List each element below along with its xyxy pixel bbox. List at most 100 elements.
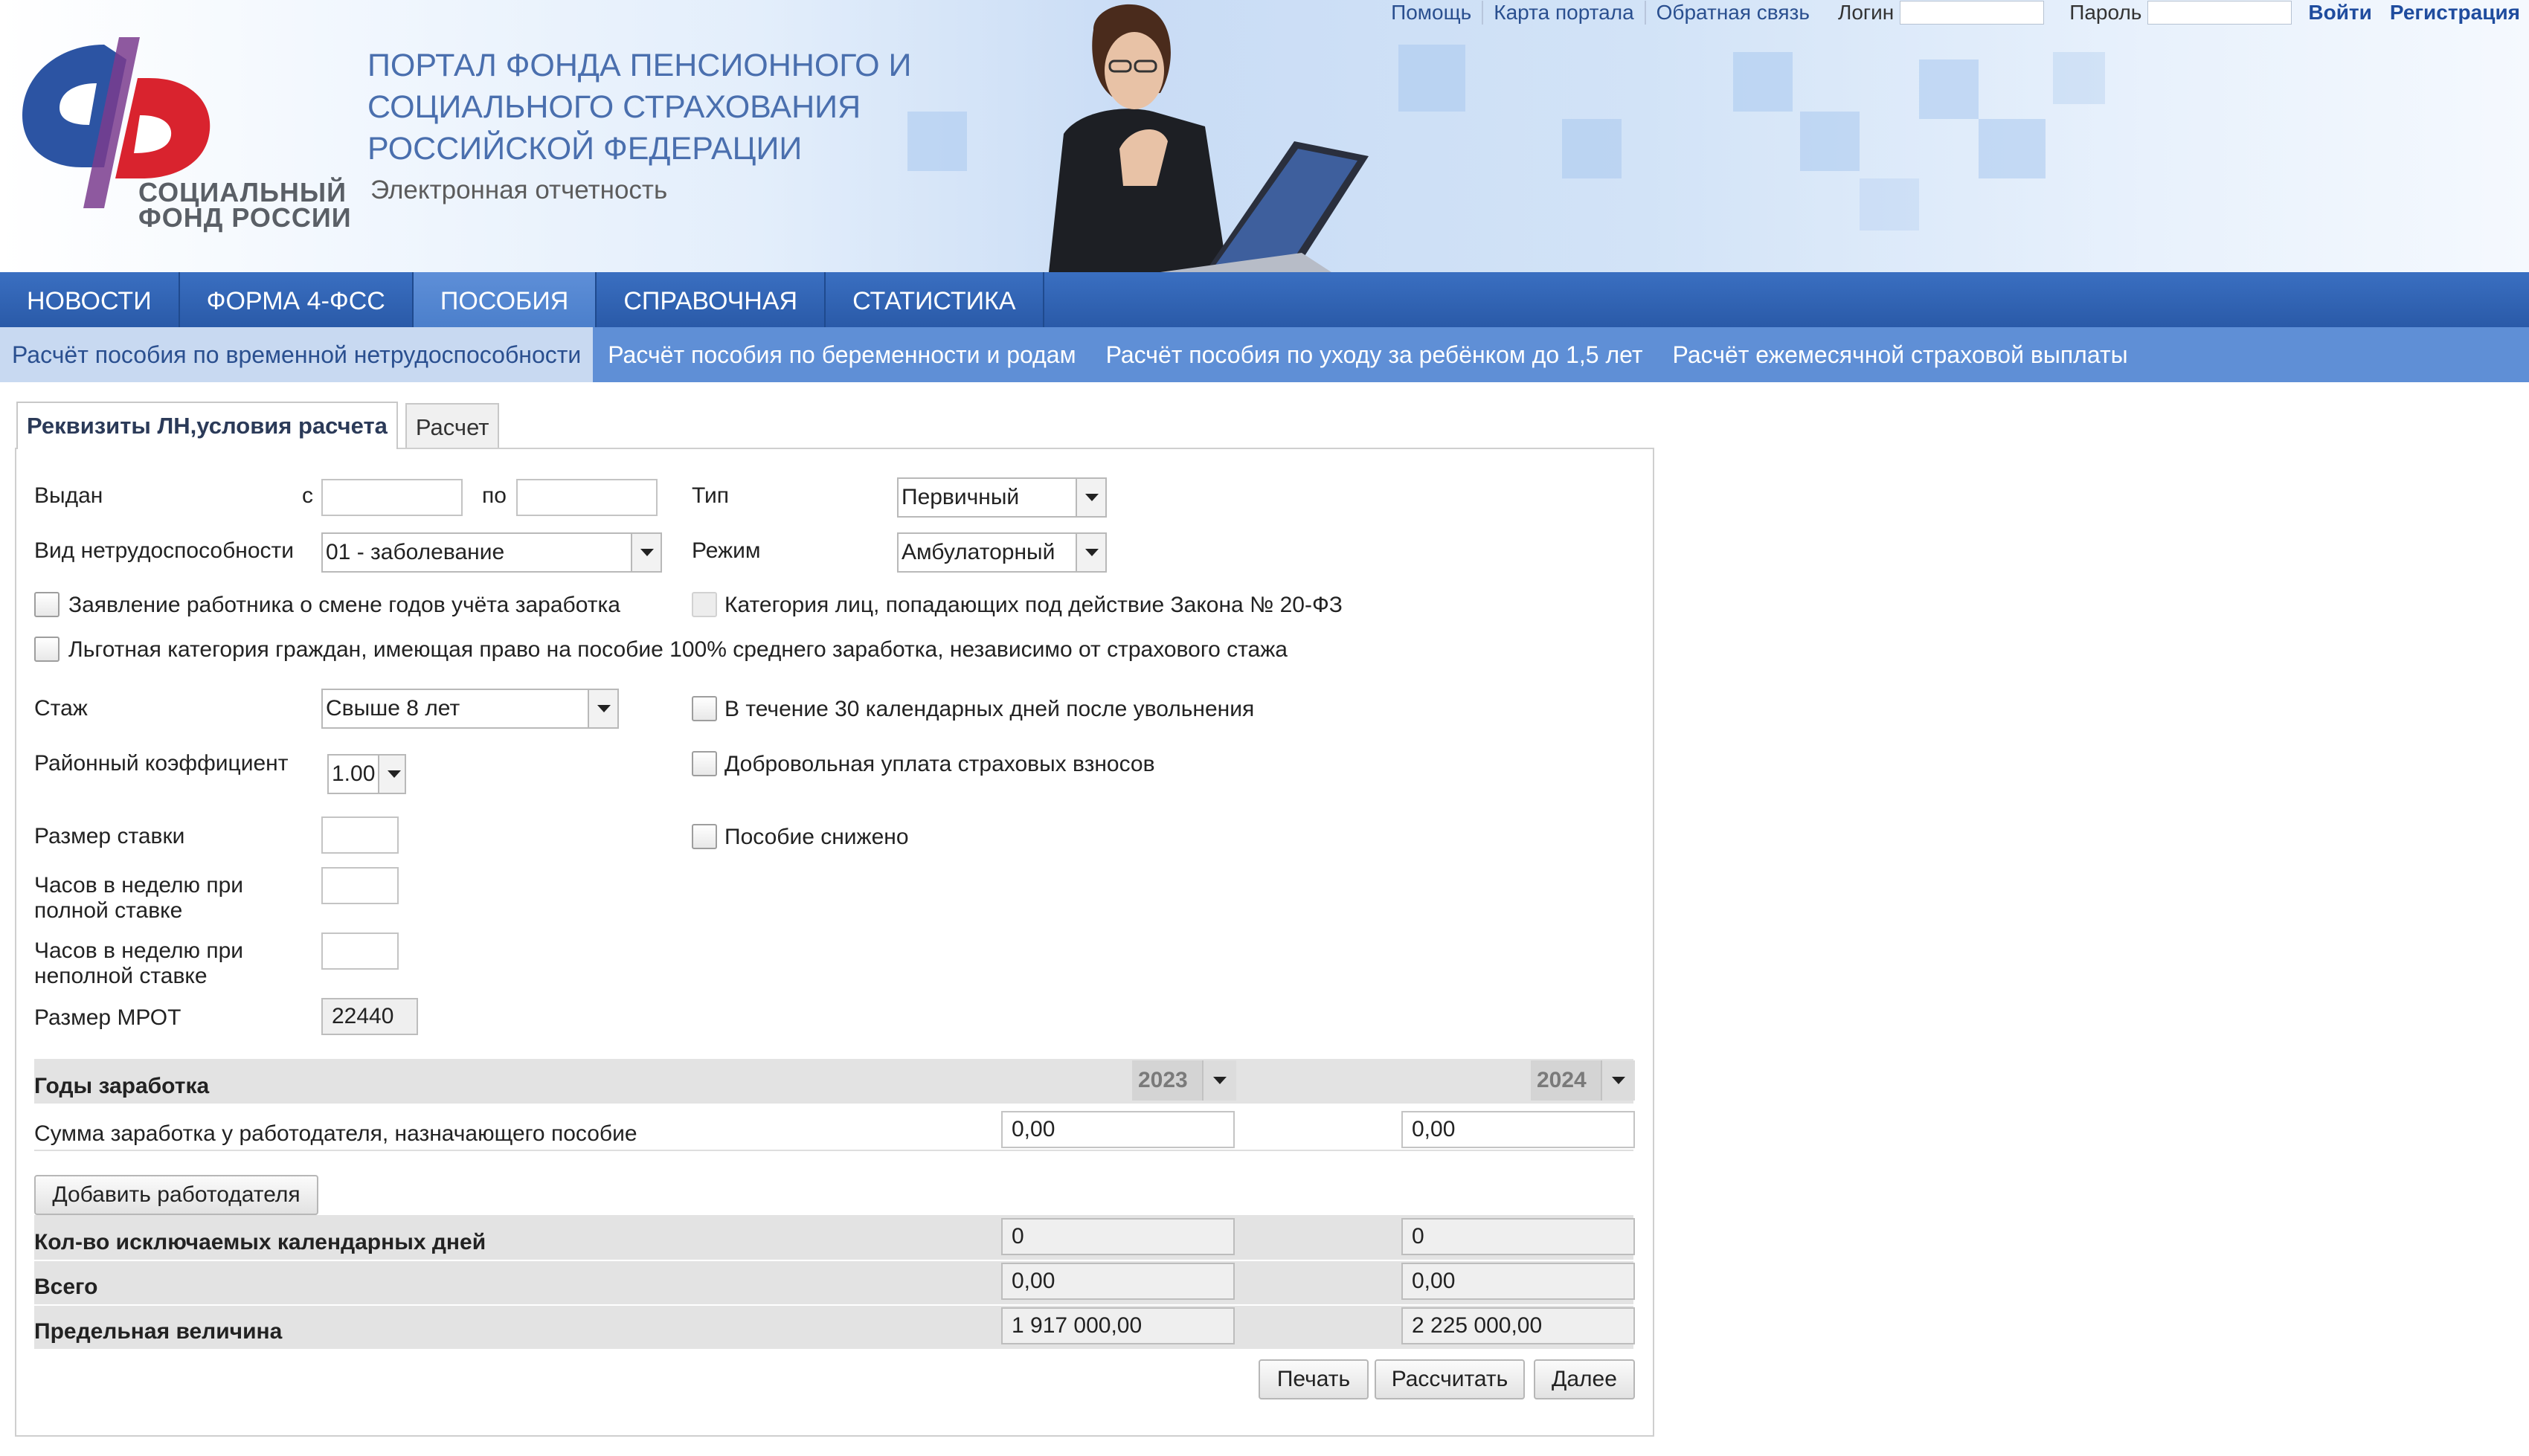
issued-to-label: по [482,483,507,508]
issued-from-input[interactable] [321,479,463,516]
voluntary-contributions-label: Добровольная уплата страховых взносов [724,752,1155,776]
chevron-down-icon [631,534,661,571]
chevron-down-icon [378,756,405,793]
nav-form-4fss[interactable]: ФОРМА 4-ФСС [180,272,414,327]
subnav-monthly-payment[interactable]: Расчёт ежемесячной страховой выплаты [1658,327,2143,382]
change-years-checkbox[interactable] [34,592,60,617]
header-mosaic [1979,119,2046,178]
type-label: Тип [692,483,730,508]
mrot-label: Размер МРОТ [34,1005,181,1030]
experience-select-value: Свыше 8 лет [326,696,460,721]
portal-title: ПОРТАЛ ФОНДА ПЕНСИОННОГО И СОЦИАЛЬНОГО С… [367,48,912,167]
header-mosaic [1733,52,1793,112]
add-employer-button[interactable]: Добавить работодателя [34,1175,318,1215]
header-mosaic [1562,119,1622,178]
disability-type-value: 01 - заболевание [326,540,505,564]
limit-year-1: 1 917 000,00 [1001,1307,1235,1344]
employer-sum-year-1-input[interactable] [1001,1111,1235,1148]
logo-text-line: СОЦИАЛЬНЫЙ [138,177,347,207]
nav-benefits[interactable]: ПОСОБИЯ [413,272,597,327]
hours-part-rate-label: Часов в неделю при неполной ставке [34,938,244,988]
login-input[interactable] [1900,1,2045,25]
tab-requisites[interactable]: Реквизиты ЛН,условия расчета [16,402,398,449]
chevron-down-icon [1202,1060,1236,1101]
year-2-value: 2024 [1537,1068,1587,1092]
privileged-category-checkbox[interactable] [34,637,60,662]
chevron-down-icon [1601,1060,1635,1101]
portal-header: СОЦИАЛЬНЫЙ ФОНД РОССИИ ПОРТАЛ ФОНДА ПЕНС… [0,0,2529,272]
subnav-maternity[interactable]: Расчёт пособия по беременности и родам [593,327,1090,382]
type-select[interactable]: Первичный [897,477,1107,518]
calculate-button[interactable]: Рассчитать [1375,1359,1525,1399]
password-input[interactable] [2147,1,2292,25]
requisites-panel: Выдан с по Тип Первичный Вид нетрудоспос… [15,448,1654,1437]
main-nav: НОВОСТИ ФОРМА 4-ФСС ПОСОБИЯ СПРАВОЧНАЯ С… [0,272,2529,327]
sitemap-link[interactable]: Карта портала [1483,1,1646,25]
regional-coefficient-value: 1.00 [332,761,376,786]
nav-statistics[interactable]: СТАТИСТИКА [826,272,1044,327]
print-button[interactable]: Печать [1259,1359,1369,1399]
hours-full-rate-input[interactable] [321,867,399,904]
regional-coefficient-select[interactable]: 1.00 [327,754,406,794]
form-tabs: Реквизиты ЛН,условия расчета Расчет [16,402,507,449]
law-20fz-label: Категория лиц, попадающих под действие З… [724,593,1343,617]
password-label: Пароль [2069,1,2142,24]
employer-sum-year-2-input[interactable] [1401,1111,1635,1148]
disability-type-label: Вид нетрудоспособности [34,538,295,563]
within-30-days-label: В течение 30 календарных дней после увол… [724,697,1255,721]
law-20fz-checkbox [692,592,717,617]
type-select-value: Первичный [902,485,1020,509]
logo-text-line: ФОНД РОССИИ [138,202,352,233]
nav-reference[interactable]: СПРАВОЧНАЯ [597,272,826,327]
woman-with-laptop-illustration [1049,4,1369,272]
year-1-select[interactable]: 2023 [1132,1060,1236,1101]
benefit-reduced-checkbox[interactable] [692,824,717,849]
header-mosaic [1398,45,1465,112]
header-mosaic [1800,112,1860,171]
issued-label: Выдан [34,483,103,508]
disability-type-select[interactable]: 01 - заболевание [321,532,662,573]
sub-nav: Расчёт пособия по временной нетрудоспосо… [0,327,2529,382]
earnings-years-label: Годы заработка [34,1074,210,1098]
mode-select-value: Амбулаторный [902,540,1055,564]
register-button[interactable]: Регистрация [2381,1,2529,25]
year-2-select[interactable]: 2024 [1531,1060,1635,1101]
hours-part-rate-input[interactable] [321,932,399,970]
regional-coefficient-label: Районный коэффициент [34,751,289,776]
tab-calculation[interactable]: Расчет [405,403,500,448]
next-button[interactable]: Далее [1534,1359,1635,1399]
within-30-days-checkbox[interactable] [692,696,717,721]
benefit-reduced-label: Пособие снижено [724,825,909,849]
row-divider [34,1150,1633,1151]
header-mosaic [1860,178,1919,231]
experience-select[interactable]: Свыше 8 лет [321,689,619,729]
header-mosaic [2053,52,2105,104]
mrot-value: 22440 [321,998,418,1035]
chevron-down-icon [1076,479,1105,516]
subnav-childcare[interactable]: Расчёт пособия по уходу за ребёнком до 1… [1091,327,1658,382]
mode-select[interactable]: Амбулаторный [897,532,1107,573]
excluded-days-year-1: 0 [1001,1218,1235,1255]
limit-label: Предельная величина [34,1319,283,1344]
login-button[interactable]: Войти [2299,1,2380,25]
portal-subtitle: Электронная отчетность [370,175,668,204]
total-year-2: 0,00 [1401,1263,1635,1300]
chevron-down-icon [588,690,617,727]
limit-year-2: 2 225 000,00 [1401,1307,1635,1344]
mode-label: Режим [692,538,761,563]
earnings-years-row [34,1059,1633,1104]
subnav-temporary-disability[interactable]: Расчёт пособия по временной нетрудоспосо… [0,327,594,382]
total-label: Всего [34,1275,98,1299]
change-years-label: Заявление работника о смене годов учёта … [68,593,620,617]
issued-to-input[interactable] [516,479,658,516]
voluntary-contributions-checkbox[interactable] [692,751,717,776]
feedback-link[interactable]: Обратная связь [1646,1,1820,25]
rate-size-input[interactable] [321,816,399,854]
login-label: Логин [1837,1,1895,24]
nav-news[interactable]: НОВОСТИ [0,272,180,327]
year-1-value: 2023 [1138,1068,1188,1092]
excluded-days-label: Кол-во исключаемых календарных дней [34,1230,486,1254]
header-mosaic [1919,59,1979,119]
help-link[interactable]: Помощь [1381,1,1484,25]
hours-full-rate-label: Часов в неделю при полной ставке [34,873,244,923]
